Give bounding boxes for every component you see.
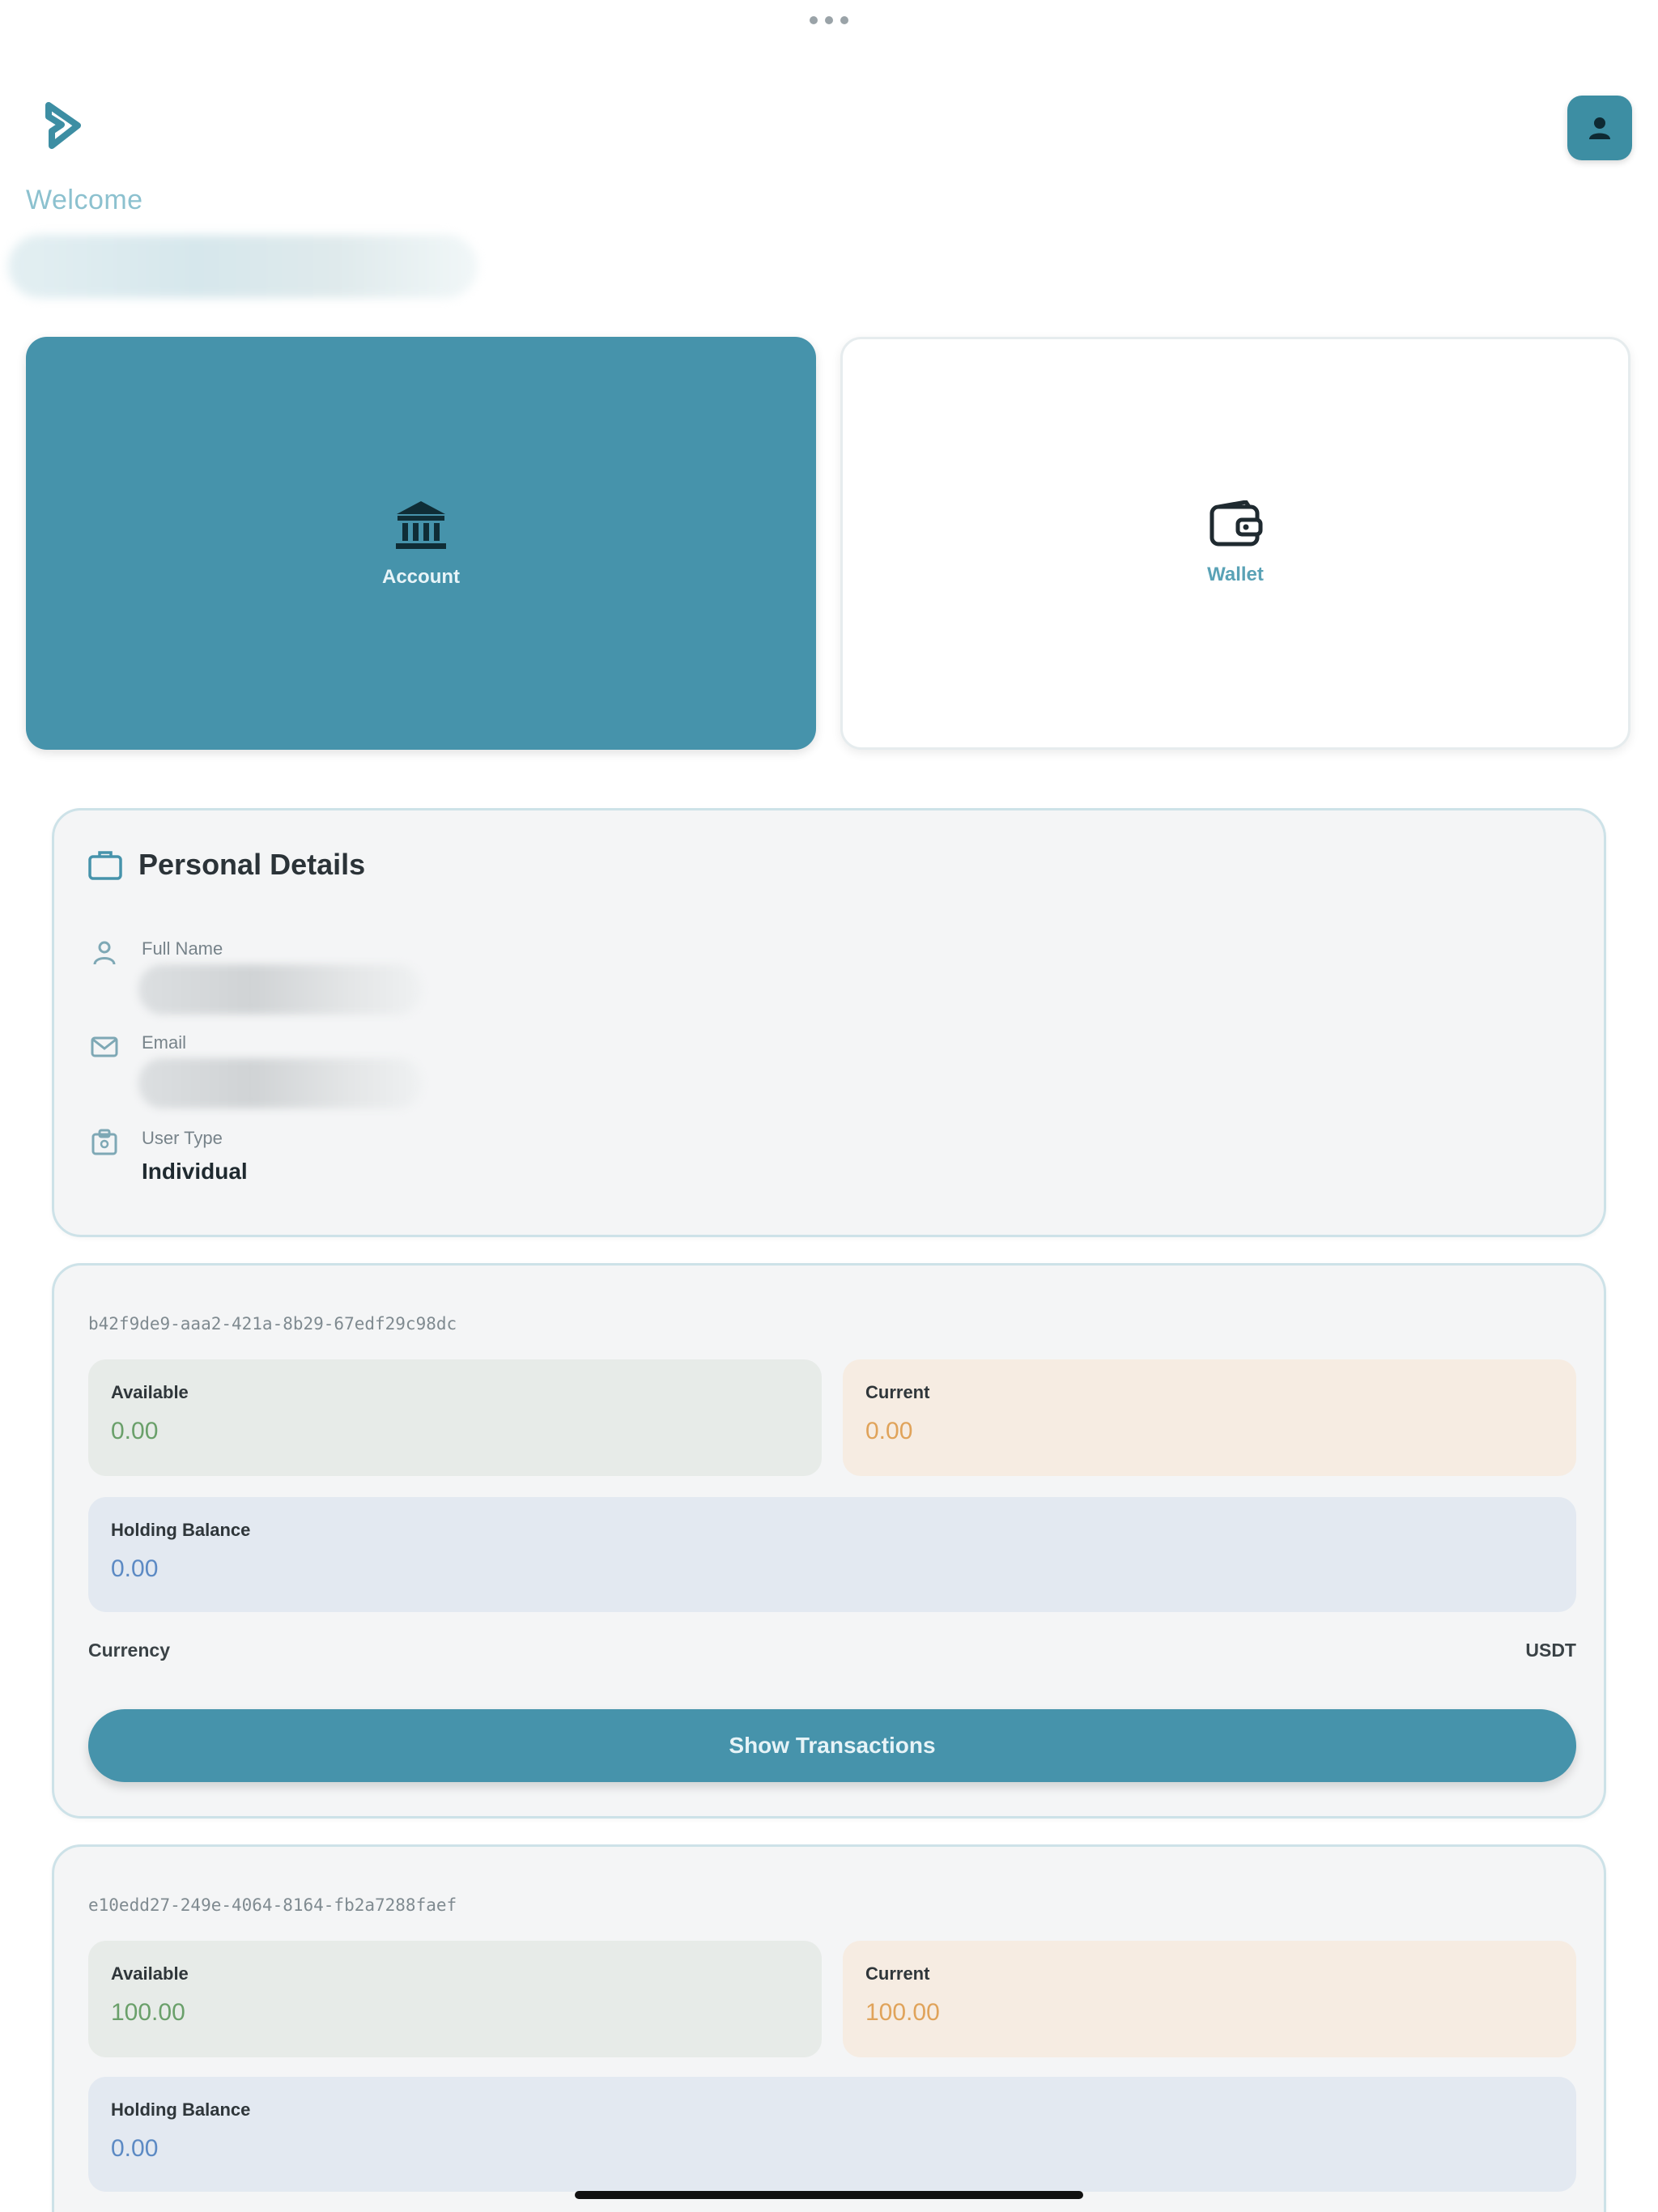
currency-row: Currency USDT	[88, 1640, 1576, 1661]
current-label: Current	[865, 1963, 930, 1984]
tab-wallet-label: Wallet	[1207, 564, 1264, 585]
wallet-card: b42f9de9-aaa2-421a-8b29-67edf29c98dc Ava…	[52, 1263, 1606, 1819]
holding-balance: Holding Balance 0.00	[88, 2077, 1576, 2192]
tab-wallet[interactable]: Wallet	[840, 337, 1630, 750]
play-arrow-logo-icon	[42, 100, 84, 151]
wallet-icon	[1209, 500, 1263, 547]
available-value: 100.00	[111, 1999, 185, 2026]
user-type-row: User Type Individual	[88, 1128, 248, 1185]
holding-label: Holding Balance	[111, 2099, 251, 2120]
mail-icon	[91, 1036, 118, 1057]
user-type-label: User Type	[142, 1128, 223, 1148]
wallet-id: b42f9de9-aaa2-421a-8b29-67edf29c98dc	[88, 1314, 457, 1334]
show-transactions-button[interactable]: Show Transactions	[88, 1709, 1576, 1782]
available-label: Available	[111, 1963, 189, 1984]
person-icon	[93, 941, 116, 965]
tab-account[interactable]: Account	[26, 337, 816, 750]
personal-details-card: Personal Details Full Name Email User Ty…	[52, 808, 1606, 1237]
current-value: 100.00	[865, 1999, 940, 2026]
id-badge-icon	[91, 1129, 117, 1155]
available-label: Available	[111, 1382, 189, 1402]
currency-value: USDT	[1525, 1640, 1576, 1661]
app-screen: Welcome Account Wallet Personal Details …	[0, 0, 1658, 2212]
available-balance: Available 100.00	[88, 1941, 822, 2057]
current-balance: Current 0.00	[843, 1359, 1576, 1476]
email-label: Email	[142, 1032, 187, 1053]
tab-account-label: Account	[382, 566, 460, 588]
multitasking-dots[interactable]	[810, 15, 848, 26]
full-name-redacted	[138, 964, 422, 1015]
profile-button[interactable]	[1567, 96, 1632, 160]
full-name-row: Full Name	[88, 938, 422, 1015]
personal-details-title: Personal Details	[138, 848, 366, 881]
wallet-card: e10edd27-249e-4064-8164-fb2a7288faef Ava…	[52, 1844, 1606, 2212]
welcome-label: Welcome	[26, 185, 143, 215]
user-name-redacted	[8, 235, 478, 298]
user-icon	[1589, 117, 1610, 139]
bank-icon	[396, 501, 446, 549]
wallet-id: e10edd27-249e-4064-8164-fb2a7288faef	[88, 1895, 457, 1915]
currency-label: Currency	[88, 1640, 170, 1661]
full-name-label: Full Name	[142, 938, 223, 959]
holding-value: 0.00	[111, 1555, 159, 1582]
home-indicator[interactable]	[575, 2191, 1083, 2199]
current-balance: Current 100.00	[843, 1941, 1576, 2057]
briefcase-icon	[88, 851, 122, 880]
current-value: 0.00	[865, 1418, 913, 1444]
holding-balance: Holding Balance 0.00	[88, 1497, 1576, 1612]
holding-value: 0.00	[111, 2135, 159, 2162]
email-row: Email	[88, 1032, 422, 1108]
current-label: Current	[865, 1382, 930, 1402]
user-type-value: Individual	[142, 1159, 248, 1184]
available-balance: Available 0.00	[88, 1359, 822, 1476]
holding-label: Holding Balance	[111, 1520, 251, 1540]
email-redacted	[138, 1058, 422, 1108]
available-value: 0.00	[111, 1418, 159, 1444]
